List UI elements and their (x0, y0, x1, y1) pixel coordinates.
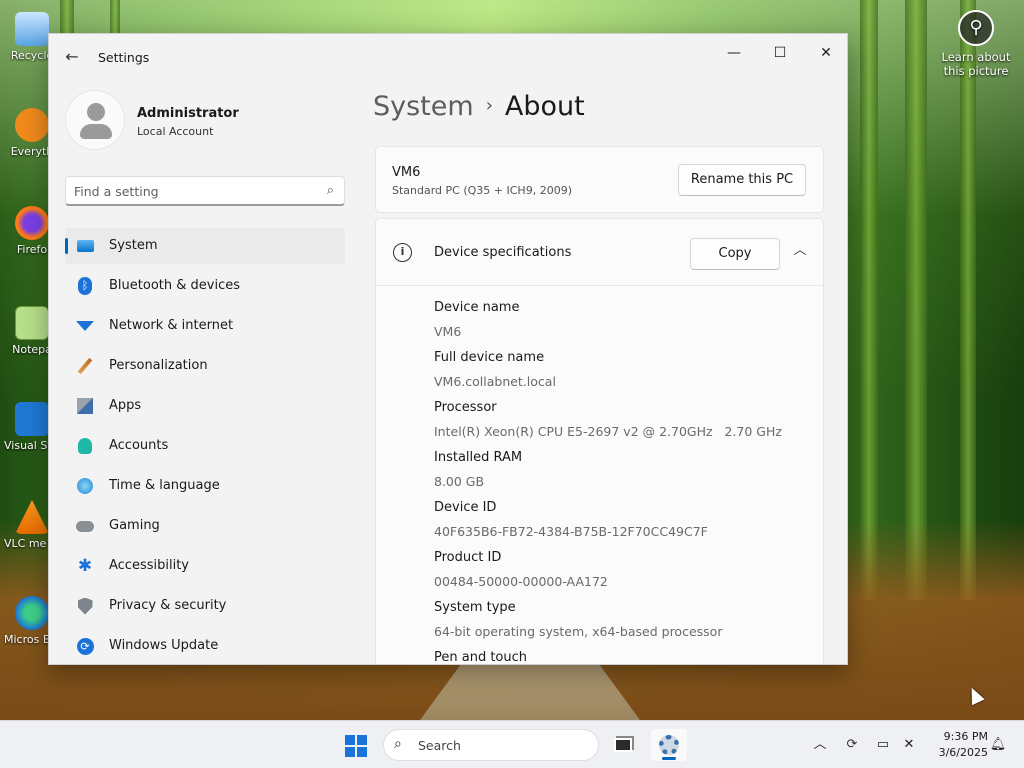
chevron-up-icon[interactable]: ︿ (790, 241, 810, 261)
close-button[interactable]: ✕ (803, 38, 847, 68)
taskbar-search[interactable]: ⌕ Search (383, 729, 599, 761)
search-icon: ⌕ (394, 736, 402, 752)
spec-row-full-device-name: Full device name VM6.collabnet.local (434, 350, 556, 389)
everything-icon (15, 108, 49, 142)
vlc-icon (15, 500, 49, 534)
copy-button[interactable]: Copy (690, 238, 780, 270)
device-specifications-title: Device specifications (434, 245, 572, 260)
windows-logo-icon (345, 735, 355, 745)
notepad-icon (15, 306, 49, 340)
wallpaper-bamboo (905, 0, 927, 600)
spec-row-installed-ram: Installed RAM 8.00 GB (434, 450, 523, 489)
accessibility-icon: ✱ (77, 556, 93, 576)
title-bar[interactable]: ← Settings — ☐ ✕ (49, 34, 847, 80)
recycle-bin-icon (15, 12, 49, 46)
learn-about-picture[interactable]: ⚲ Learn about this picture (940, 10, 1012, 78)
sidebar-item-accounts[interactable]: Accounts (65, 428, 345, 464)
spec-row-product-id: Product ID 00484-50000-00000-AA172 (434, 550, 608, 589)
start-button[interactable] (339, 729, 373, 761)
notification-bell-icon[interactable]: 🔔︎ (986, 733, 1010, 757)
spec-list: Device name VM6 Full device name VM6.col… (434, 297, 814, 665)
task-view-icon (614, 738, 632, 752)
settings-window: ← Settings — ☐ ✕ Administrator Local Acc… (48, 33, 848, 665)
search-icon[interactable]: ⌕ (327, 183, 334, 198)
edge-icon (15, 596, 49, 630)
sidebar-item-personalization[interactable]: Personalization (65, 348, 345, 384)
spec-row-system-type: System type 64-bit operating system, x64… (434, 600, 723, 639)
taskbar: ⌕ Search ︿ ⟳ ▭ ✕ 9:36 PM 3/6/2025 🔔︎ (0, 720, 1024, 768)
spec-row-pen-touch: Pen and touch (434, 650, 528, 665)
spec-row-processor: Processor Intel(R) Xeon(R) CPU E5-2697 v… (434, 400, 782, 439)
spec-row-device-id: Device ID 40F635B6-FB72-4384-B75B-12F70C… (434, 500, 708, 539)
page-title: About (504, 91, 585, 122)
task-view-button[interactable] (605, 729, 641, 761)
wallpaper-bamboo (860, 0, 878, 600)
sidebar-item-privacy-security[interactable]: Privacy & security (65, 588, 345, 624)
device-specifications-header[interactable]: i Device specifications Copy ︿ (376, 219, 823, 286)
sidebar-nav: System ᛒ Bluetooth & devices Network & i… (65, 228, 345, 664)
pc-name: VM6 (392, 165, 421, 180)
windows-logo-icon (345, 747, 355, 757)
clock-date: 3/6/2025 (938, 746, 988, 759)
sidebar-item-network[interactable]: Network & internet (65, 308, 345, 344)
sidebar-item-apps[interactable]: Apps (65, 388, 345, 424)
pc-model: Standard PC (Q35 + ICH9, 2009) (392, 184, 572, 197)
camera-icon: ⚲ (958, 10, 994, 46)
search-input[interactable] (74, 182, 304, 200)
bluetooth-icon: ᛒ (76, 277, 94, 295)
shield-icon (76, 597, 94, 615)
sidebar-item-windows-update[interactable]: ⟳ Windows Update (65, 628, 345, 664)
gamepad-icon (76, 517, 94, 535)
sidebar-item-system[interactable]: System (65, 228, 345, 264)
chevron-right-icon: › (485, 95, 493, 116)
monitor-icon (76, 237, 94, 255)
breadcrumb: System › About (373, 91, 585, 131)
maximize-button[interactable]: ☐ (757, 38, 803, 68)
brush-icon (76, 357, 94, 375)
avatar (65, 90, 125, 150)
profile-name: Administrator (137, 106, 239, 121)
profile-account-type: Local Account (137, 125, 214, 138)
sidebar-item-gaming[interactable]: Gaming (65, 508, 345, 544)
vscode-icon (15, 402, 49, 436)
windows-logo-icon (357, 735, 367, 745)
wifi-icon (76, 317, 94, 335)
globe-clock-icon (76, 477, 94, 495)
windows-logo-icon (357, 747, 367, 757)
volume-muted-icon[interactable]: ✕ (897, 733, 921, 757)
app-title: Settings (98, 50, 150, 65)
sidebar-item-accessibility[interactable]: ✱ Accessibility (65, 548, 345, 584)
network-icon[interactable]: ▭ (871, 733, 895, 757)
user-profile[interactable]: Administrator Local Account (65, 90, 355, 156)
gear-icon (659, 735, 679, 755)
person-icon (76, 437, 94, 455)
sync-icon[interactable]: ⟳ (840, 733, 864, 757)
spec-row-device-name: Device name VM6 (434, 300, 520, 339)
search-box[interactable]: ⌕ (65, 176, 345, 206)
breadcrumb-parent[interactable]: System (373, 91, 474, 122)
clock-time: 9:36 PM (943, 730, 988, 743)
system-clock[interactable]: 9:36 PM 3/6/2025 (926, 729, 988, 761)
wallpaper-bamboo (960, 0, 976, 600)
rename-pc-button[interactable]: Rename this PC (678, 164, 806, 196)
pc-name-card: VM6 Standard PC (Q35 + ICH9, 2009) Renam… (375, 146, 824, 213)
firefox-icon (15, 206, 49, 240)
taskbar-settings-app[interactable] (651, 729, 687, 761)
minimize-button[interactable]: — (711, 38, 757, 68)
chevron-up-icon[interactable]: ︿ (808, 733, 832, 757)
apps-icon (76, 397, 94, 415)
update-icon: ⟳ (76, 637, 94, 655)
info-icon: i (393, 243, 412, 262)
sidebar-item-time-language[interactable]: Time & language (65, 468, 345, 504)
back-arrow-icon[interactable]: ← (59, 46, 85, 68)
device-specifications-card: i Device specifications Copy ︿ Device na… (375, 218, 824, 665)
sidebar-item-bluetooth[interactable]: ᛒ Bluetooth & devices (65, 268, 345, 304)
